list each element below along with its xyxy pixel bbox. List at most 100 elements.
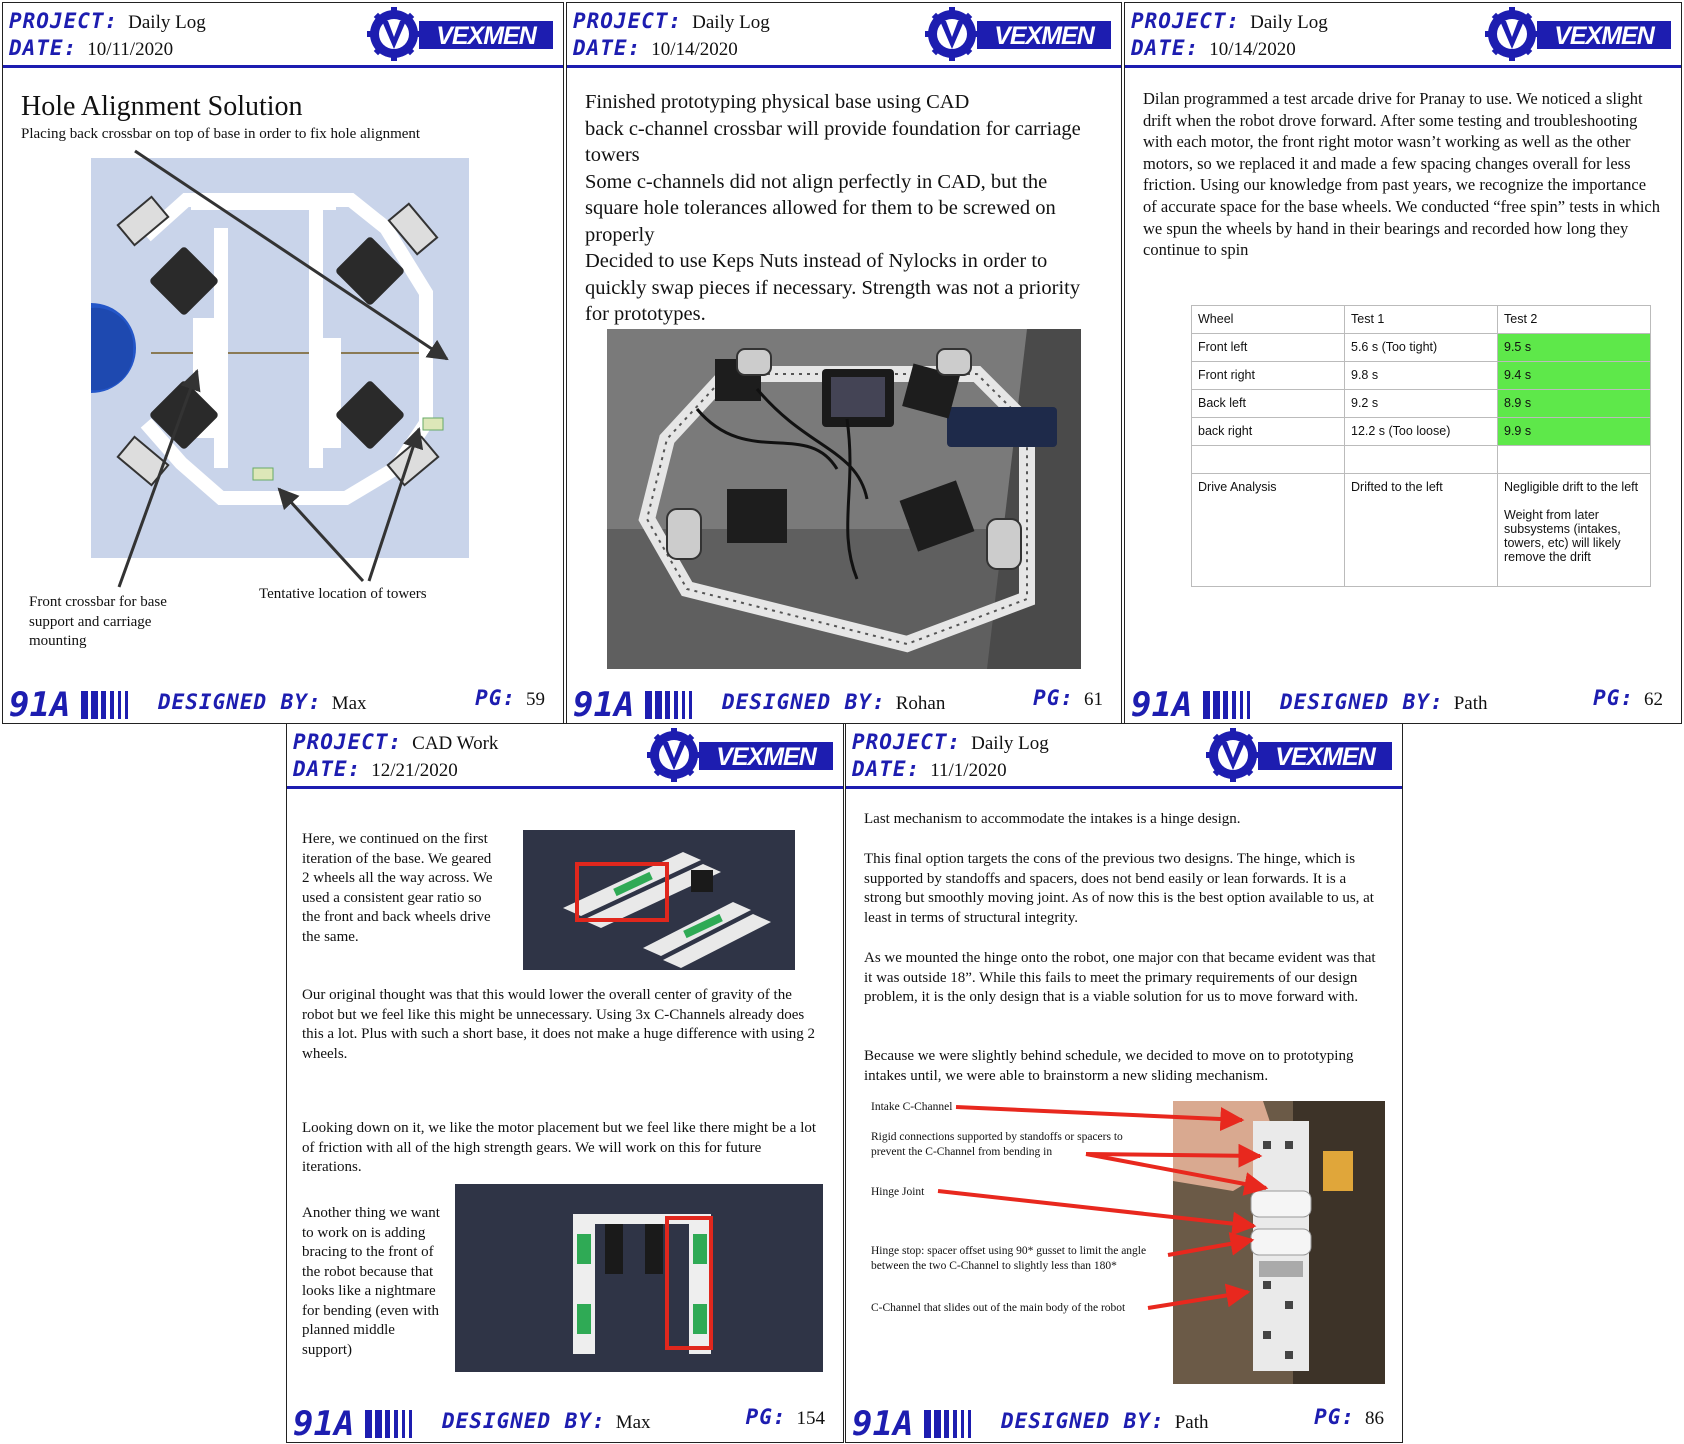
notebook-page-154: PROJECT: CAD Work DATE: 12/21/2020 Here, w…	[286, 723, 844, 1443]
page-footer: DESIGNED BY: Rohan PG: 61	[567, 681, 1121, 723]
project-name: CAD Work	[412, 733, 499, 754]
page-number: 62	[1644, 689, 1663, 710]
page-footer: DESIGNED BY: Max PG: 59	[3, 681, 563, 723]
log-line: Some c-channels did not align perfectly …	[585, 170, 1056, 246]
log-line: back c-channel crossbar will provide fou…	[585, 117, 1081, 167]
hinge-paragraph: Because we were slightly behind schedule…	[864, 1048, 1354, 1084]
entry-date: 12/21/2020	[371, 760, 458, 781]
prototype-base-photo	[607, 329, 1081, 669]
hinge-paragraph: This final option targets the cons of th…	[864, 851, 1374, 926]
table-row: Back left 9.2 s 8.9 s	[1191, 389, 1651, 418]
table-cell: Drifted to the left	[1344, 473, 1498, 587]
analysis-note: Weight from later subsystems (intakes, t…	[1504, 508, 1621, 564]
table-cell-highlight: 9.5 s	[1497, 333, 1651, 362]
hinge-paragraph: Last mechanism to accommodate the intake…	[864, 811, 1241, 827]
page-footer: DESIGNED BY: Max PG: 154	[287, 1400, 843, 1442]
date-label: DATE:	[293, 757, 362, 781]
table-cell: 9.2 s	[1344, 389, 1498, 418]
callout-front-crossbar: Front crossbar for base support and carr…	[29, 594, 167, 649]
page-number-label: PG:	[1593, 686, 1634, 710]
cad-render-top	[455, 1184, 823, 1372]
photo-label: Rigid connections supported by standoffs…	[871, 1131, 1123, 1158]
project-label: PROJECT:	[573, 9, 683, 33]
table-cell-highlight: 8.9 s	[1497, 389, 1651, 418]
notebook-page-62: PROJECT: Daily Log DATE: 10/14/2020 Dilan …	[1124, 2, 1682, 724]
callout-towers: Tentative location of towers	[259, 586, 427, 602]
page-number-label: PG:	[475, 686, 516, 710]
designer-name: Path	[1453, 693, 1488, 714]
test-description: Dilan programmed a test arcade drive for…	[1143, 89, 1660, 260]
page-subtitle: Placing back crossbar on top of base in …	[21, 126, 421, 142]
designer-name: Path	[1174, 1412, 1209, 1433]
log-notes: Finished prototyping physical base using…	[585, 89, 1095, 328]
page-number: 59	[526, 689, 545, 710]
table-cell: Front left	[1191, 333, 1345, 362]
table-row: back right 12.2 s (Too loose) 9.9 s	[1191, 417, 1651, 446]
designer-name: Max	[615, 1412, 651, 1433]
empty-cell	[1497, 445, 1651, 474]
table-spacer-row	[1191, 445, 1651, 474]
vexmen-logo	[1485, 7, 1675, 61]
project-label: PROJECT:	[1131, 9, 1241, 33]
table-cell: 9.8 s	[1344, 361, 1498, 390]
designed-by-label: DESIGNED BY:	[442, 1409, 606, 1433]
header-cell: Wheel	[1191, 305, 1345, 334]
project-name: Daily Log	[1250, 12, 1328, 33]
team-badge	[9, 683, 139, 721]
table-cell: Drive Analysis	[1191, 473, 1345, 587]
page-header: PROJECT: Daily Log DATE: 11/1/2020	[846, 724, 1402, 789]
table-cell-highlight: 9.9 s	[1497, 417, 1651, 446]
cad-base-render	[91, 158, 469, 558]
team-badge	[293, 1402, 423, 1440]
table-header-row: Wheel Test 1 Test 2	[1191, 305, 1651, 334]
designer-name: Rohan	[895, 693, 946, 714]
page-header: PROJECT: Daily Log DATE: 10/14/2020	[1125, 3, 1681, 68]
cad-paragraph: Another thing we want to work on is addi…	[302, 1205, 440, 1358]
designed-by-label: DESIGNED BY:	[1001, 1409, 1165, 1433]
project-label: PROJECT:	[9, 9, 119, 33]
project-name: Daily Log	[128, 12, 206, 33]
vexmen-logo	[925, 7, 1115, 61]
cad-render-side	[523, 830, 795, 970]
vexmen-logo	[1206, 728, 1396, 782]
free-spin-results-table: Wheel Test 1 Test 2 Front left 5.6 s (To…	[1191, 305, 1651, 587]
project-label: PROJECT:	[293, 730, 403, 754]
drive-analysis-row: Drive Analysis Drifted to the left Negli…	[1191, 473, 1651, 587]
cad-paragraph: Our original thought was that this would…	[302, 987, 815, 1062]
hinge-photo	[1173, 1101, 1385, 1384]
cad-paragraph: Looking down on it, we like the motor pl…	[302, 1120, 817, 1175]
page-number-label: PG:	[745, 1405, 787, 1429]
table-cell: Front right	[1191, 361, 1345, 390]
photo-label: Hinge stop: spacer offset using 90* guss…	[871, 1245, 1147, 1272]
designed-by-label: DESIGNED BY:	[722, 690, 886, 714]
date-label: DATE:	[573, 36, 642, 60]
entry-date: 11/1/2020	[930, 760, 1007, 781]
page-footer: DESIGNED BY: Path PG: 86	[846, 1400, 1402, 1442]
team-badge	[573, 683, 703, 721]
photo-label: Intake C-Channel	[871, 1101, 953, 1113]
log-line: Decided to use Keps Nuts instead of Nylo…	[585, 250, 1081, 325]
page-number: 86	[1365, 1408, 1384, 1429]
entry-date: 10/11/2020	[87, 39, 174, 60]
header-cell: Test 2	[1497, 305, 1651, 334]
entry-date: 10/14/2020	[651, 39, 738, 60]
cad-paragraph: Here, we continued on the first iteratio…	[302, 831, 493, 945]
page-title: Hole Alignment Solution	[21, 91, 303, 122]
project-name: Daily Log	[692, 12, 770, 33]
designer-name: Max	[331, 693, 367, 714]
header-cell: Test 1	[1344, 305, 1498, 334]
team-badge	[852, 1402, 982, 1440]
analysis-note: Negligible drift to the left	[1504, 480, 1639, 494]
page-number: 61	[1084, 689, 1103, 710]
designed-by-label: DESIGNED BY:	[158, 690, 322, 714]
table-row: Front left 5.6 s (Too tight) 9.5 s	[1191, 333, 1651, 362]
table-cell: 5.6 s (Too tight)	[1344, 333, 1498, 362]
entry-date: 10/14/2020	[1209, 39, 1296, 60]
notebook-page-59: PROJECT: Daily Log DATE: 10/11/2020 Hole A…	[2, 2, 564, 724]
table-cell: Negligible drift to the left Weight from…	[1497, 473, 1651, 587]
page-header: PROJECT: Daily Log DATE: 10/14/2020	[567, 3, 1121, 68]
page-footer: DESIGNED BY: Path PG: 62	[1125, 681, 1681, 723]
date-label: DATE:	[852, 757, 921, 781]
project-name: Daily Log	[971, 733, 1049, 754]
designed-by-label: DESIGNED BY:	[1280, 690, 1444, 714]
